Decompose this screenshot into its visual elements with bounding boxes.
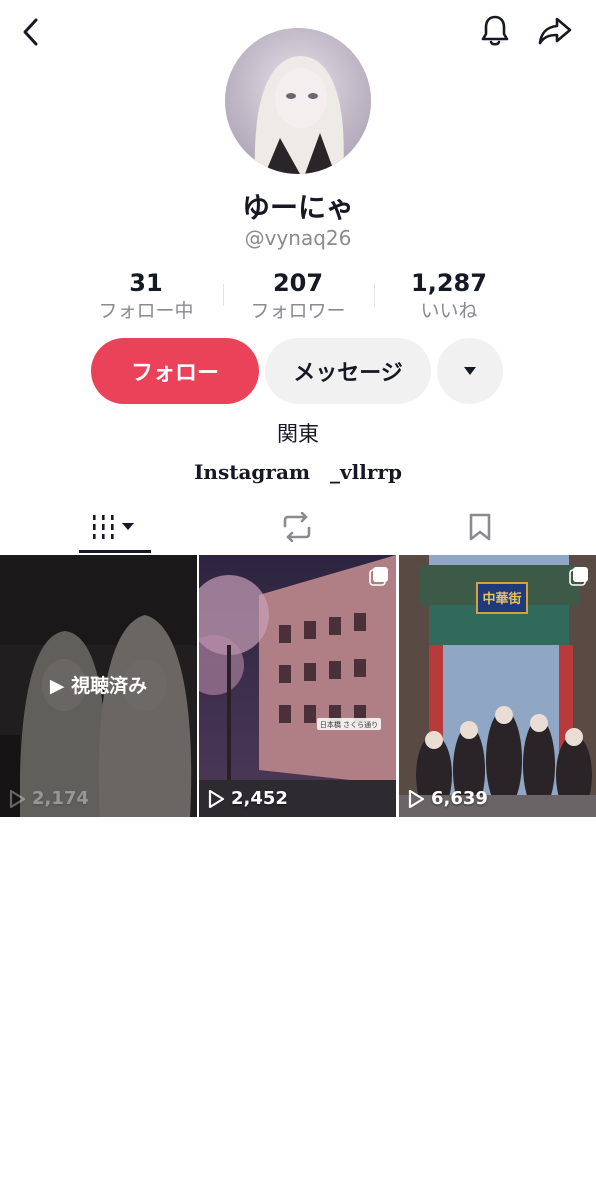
video-thumbnail-image: 中華街 bbox=[399, 555, 596, 817]
bio-instagram: Instagram _vllrrp bbox=[194, 460, 402, 484]
bio-region: 関東 bbox=[277, 422, 319, 446]
back-button[interactable] bbox=[14, 12, 48, 52]
video-thumbnail[interactable]: ▶ 視聴済み 2,174 bbox=[0, 555, 197, 817]
following-count: 31 bbox=[129, 269, 163, 297]
message-button[interactable]: メッセージ bbox=[265, 338, 431, 404]
video-grid: ▶ 視聴済み 2,174 日本橋 さくら通り 2,452 中華街 6,639 bbox=[0, 555, 596, 817]
profile-stats: 31 フォロー中 207 フォロワー 1,287 いいね bbox=[0, 268, 596, 328]
chevron-left-icon bbox=[23, 18, 38, 46]
play-outline-icon bbox=[408, 789, 425, 808]
view-count-text: 2,452 bbox=[231, 788, 288, 809]
active-tab-indicator bbox=[79, 550, 151, 553]
following-label: フォロー中 bbox=[98, 300, 194, 322]
tab-videos[interactable] bbox=[16, 500, 214, 554]
avatar-photo bbox=[225, 28, 371, 174]
username: @vynaq26 bbox=[244, 226, 352, 250]
gate-sign: 中華街 bbox=[482, 591, 521, 607]
view-count: 2,174 bbox=[8, 788, 89, 809]
view-count-text: 2,174 bbox=[32, 788, 89, 809]
map-label: 日本橋 さくら通り bbox=[320, 720, 378, 729]
follow-button[interactable]: フォロー bbox=[91, 338, 259, 404]
share-arrow-icon bbox=[538, 17, 572, 45]
likes-stat[interactable]: 1,287 いいね bbox=[374, 268, 524, 324]
likes-count: 1,287 bbox=[411, 269, 487, 297]
bell-icon bbox=[481, 15, 509, 46]
videos-grid-icon bbox=[93, 515, 134, 539]
avatar[interactable] bbox=[225, 28, 371, 174]
display-name: ゆーにゃ bbox=[241, 191, 354, 224]
video-thumbnail[interactable]: 中華街 6,639 bbox=[399, 555, 596, 817]
likes-label: いいね bbox=[420, 300, 478, 322]
bookmark-icon bbox=[469, 513, 491, 541]
notification-button[interactable] bbox=[474, 10, 516, 52]
tab-favorites[interactable] bbox=[381, 500, 579, 554]
caret-down-icon bbox=[464, 367, 476, 375]
tab-reposts[interactable] bbox=[198, 500, 396, 554]
share-button[interactable] bbox=[532, 10, 578, 52]
followers-stat[interactable]: 207 フォロワー bbox=[223, 268, 373, 324]
following-stat[interactable]: 31 フォロー中 bbox=[71, 268, 221, 324]
repost-icon bbox=[283, 512, 311, 542]
more-options-button[interactable] bbox=[437, 338, 503, 404]
video-thumbnail-image: 日本橋 さくら通り bbox=[199, 555, 396, 817]
multi-image-icon bbox=[569, 567, 588, 586]
multi-image-icon bbox=[369, 567, 388, 586]
view-count: 6,639 bbox=[407, 788, 488, 809]
video-thumbnail[interactable]: 日本橋 さくら通り 2,452 bbox=[199, 555, 396, 817]
content-tabs bbox=[0, 500, 596, 554]
watched-label: ▶ 視聴済み bbox=[49, 675, 148, 697]
followers-label: フォロワー bbox=[250, 300, 346, 322]
play-outline-icon bbox=[9, 789, 26, 808]
followers-count: 207 bbox=[272, 269, 324, 297]
view-count: 2,452 bbox=[207, 788, 288, 809]
play-outline-icon bbox=[208, 789, 225, 808]
view-count-text: 6,639 bbox=[431, 788, 488, 809]
